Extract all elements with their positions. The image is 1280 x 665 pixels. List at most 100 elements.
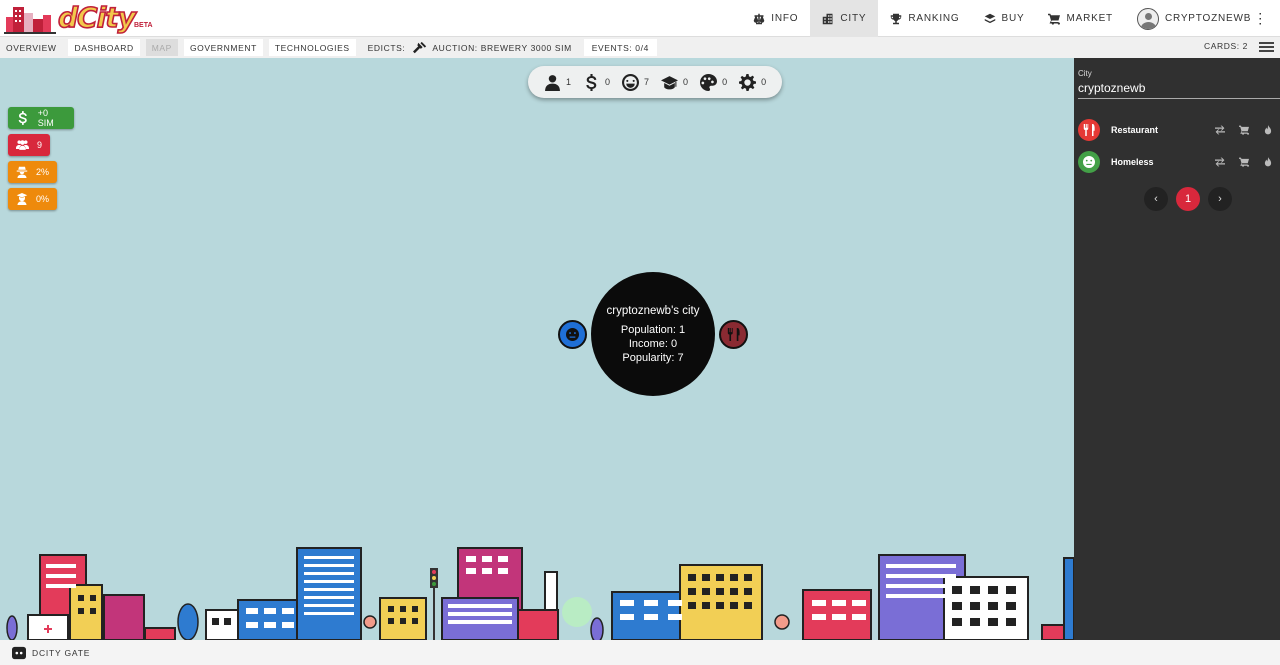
stat-education-value: 0 xyxy=(683,77,689,87)
city-node[interactable]: cryptoznewb's city Population: 1 Income:… xyxy=(591,272,715,396)
card-actions xyxy=(1208,125,1280,135)
stat-population: 1 xyxy=(544,74,571,91)
card-restaurant[interactable]: Restaurant xyxy=(1078,119,1280,141)
stat-income-value: 0 xyxy=(605,77,611,87)
card-actions xyxy=(1208,157,1280,167)
stat-happiness-value: 7 xyxy=(644,77,650,87)
tab-overview[interactable]: OVERVIEW xyxy=(0,39,62,56)
stat-culture: 0 xyxy=(700,73,728,91)
card-name: Restaurant xyxy=(1111,125,1159,135)
transfer-icon[interactable] xyxy=(1208,157,1232,167)
dollar-icon xyxy=(18,111,27,125)
graduate-icon xyxy=(16,193,28,205)
nav-market[interactable]: MARKET xyxy=(1036,0,1124,37)
stat-population-value: 1 xyxy=(566,77,572,87)
stat-happiness: 7 xyxy=(622,73,650,91)
cart-icon[interactable] xyxy=(1232,157,1256,167)
discord-icon xyxy=(12,646,26,659)
cart-icon[interactable] xyxy=(1232,125,1256,135)
hamburger-menu-icon[interactable] xyxy=(1259,40,1274,54)
nav-city[interactable]: CITY xyxy=(810,0,879,37)
next-page-button[interactable]: › xyxy=(1208,187,1232,211)
stat-technology: 0 xyxy=(739,73,767,91)
footer-bar: DCITY GATE xyxy=(0,640,1280,665)
tab-dashboard[interactable]: DASHBOARD xyxy=(68,39,140,56)
palette-icon xyxy=(700,73,718,91)
utensils-icon xyxy=(727,328,740,341)
auction-label: AUCTION: BREWERY 3000 SIM xyxy=(432,42,572,53)
face-icon xyxy=(566,328,579,341)
nav-info-label: INFO xyxy=(771,13,799,24)
city-icon xyxy=(823,13,833,24)
edicts-label: EDICTS: xyxy=(367,42,406,53)
username: CRYPTOZNEWB xyxy=(1164,13,1252,24)
workers-badge-value: 9 xyxy=(36,140,42,150)
beta-badge: BETA xyxy=(134,22,153,29)
city-skyline-illustration xyxy=(6,547,1074,640)
nav-buy[interactable]: BUY xyxy=(972,0,1037,37)
auction-link[interactable]: AUCTION: BREWERY 3000 SIM xyxy=(407,39,577,56)
nav-market-label: MARKET xyxy=(1066,13,1113,24)
logo-wordmark: dCity xyxy=(57,0,136,35)
card-homeless[interactable]: Homeless xyxy=(1078,151,1280,173)
city-income: Income: 0 xyxy=(628,337,678,350)
stat-education: 0 xyxy=(661,74,688,91)
education-badge[interactable]: 0% xyxy=(8,188,57,210)
city-field-underline xyxy=(1078,98,1280,99)
stats-bar: 1 0 7 0 0 0 xyxy=(528,66,783,98)
city-map[interactable]: 1 0 7 0 0 0 +0 SIM 9 2% 0% cryptoznewb's… xyxy=(0,58,1074,640)
stat-income: 0 xyxy=(583,73,611,91)
utensils-icon xyxy=(1078,119,1100,141)
avatar xyxy=(1136,7,1159,30)
dcity-logo[interactable]: dCity BETA xyxy=(4,0,154,35)
income-badge-value: +0 SIM xyxy=(37,108,54,128)
dollar-icon xyxy=(586,73,597,91)
fire-icon[interactable] xyxy=(1256,157,1280,167)
city-population: Population: 1 xyxy=(620,323,686,336)
education-badge-value: 0% xyxy=(35,194,49,204)
nav-buy-label: BUY xyxy=(1001,13,1025,24)
more-vert-icon[interactable]: ⋮ xyxy=(1253,10,1268,27)
events-button[interactable]: EVENTS: 0/4 xyxy=(583,39,657,56)
city-field-label: City xyxy=(1078,69,1092,78)
cards-count: CARDS: 2 xyxy=(1203,41,1248,51)
tab-technologies[interactable]: TECHNOLOGIES xyxy=(268,39,356,56)
stat-culture-value: 0 xyxy=(722,77,728,87)
person-icon xyxy=(545,74,560,91)
income-badge[interactable]: +0 SIM xyxy=(8,107,74,129)
gear-icon xyxy=(739,73,757,91)
unemployment-badge-value: 2% xyxy=(35,167,49,177)
tab-map[interactable]: MAP xyxy=(145,39,178,56)
city-popularity: Popularity: 7 xyxy=(622,351,684,364)
status-badges: +0 SIM 9 2% 0% xyxy=(8,107,74,215)
pagination: ‹ 1 › xyxy=(1140,187,1236,211)
stat-technology-value: 0 xyxy=(761,77,767,87)
city-name: cryptoznewb's city xyxy=(606,304,700,317)
homeless-node[interactable] xyxy=(558,320,587,349)
prev-page-button[interactable]: ‹ xyxy=(1144,187,1168,211)
dcity-gate-link[interactable]: DCITY GATE xyxy=(32,648,90,658)
nav-ranking[interactable]: RANKING xyxy=(878,0,971,37)
nav-info[interactable]: INFO xyxy=(741,0,810,37)
nav-city-label: CITY xyxy=(840,13,867,24)
layers-icon xyxy=(984,13,995,23)
trophy-icon xyxy=(891,13,902,24)
transfer-icon[interactable] xyxy=(1208,125,1232,135)
current-page-button[interactable]: 1 xyxy=(1176,187,1200,211)
users-icon xyxy=(16,140,29,150)
face-icon xyxy=(1078,151,1100,173)
restaurant-node[interactable] xyxy=(719,320,748,349)
smile-icon xyxy=(622,73,640,91)
user-menu[interactable]: CRYPTOZNEWB ⋮ xyxy=(1125,0,1280,37)
workers-badge[interactable]: 9 xyxy=(8,134,50,156)
nav-ranking-label: RANKING xyxy=(908,13,960,24)
scales-icon xyxy=(754,13,765,24)
top-navbar: dCity BETA INFO CITY RANKING BUY MARKET … xyxy=(0,0,1280,37)
detective-icon xyxy=(16,166,28,178)
city-select[interactable]: cryptoznewb xyxy=(1078,81,1145,95)
unemployment-badge[interactable]: 2% xyxy=(8,161,57,183)
sub-navbar: OVERVIEW DASHBOARD MAP GOVERNMENT TECHNO… xyxy=(0,37,1280,58)
skyline-logo-icon xyxy=(4,7,56,34)
fire-icon[interactable] xyxy=(1256,125,1280,135)
tab-government[interactable]: GOVERNMENT xyxy=(183,39,263,56)
